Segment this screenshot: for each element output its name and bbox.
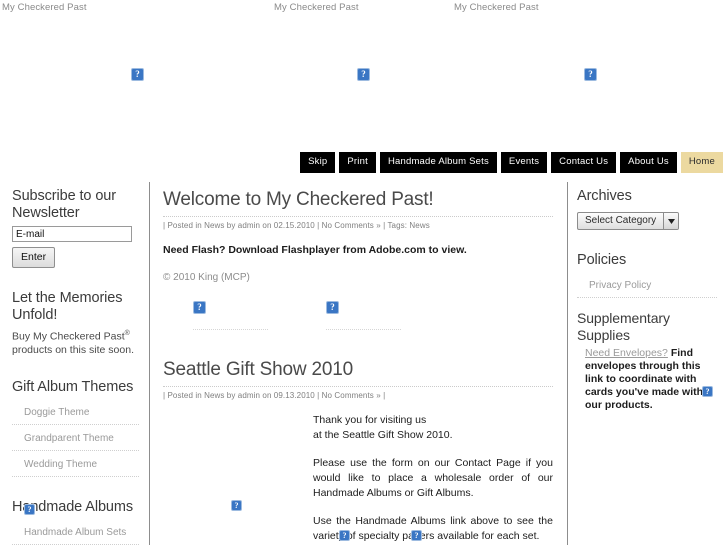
broken-image-icon[interactable] bbox=[131, 68, 144, 81]
newsletter-enter-button[interactable]: Enter bbox=[12, 247, 56, 268]
handmade-albums-list: Handmade Album Sets bbox=[12, 519, 139, 545]
widget-archives-title: Archives bbox=[577, 188, 632, 204]
sidebar-left: Subscribe to our Newsletter Enter Let th… bbox=[0, 182, 150, 545]
alt-text-logo-1: My Checkered Past bbox=[2, 2, 87, 13]
memories-text-after: products on this site soon. bbox=[12, 343, 134, 356]
sidebar-link-wedding-theme[interactable]: Wedding Theme bbox=[24, 459, 97, 470]
nav-item-skip[interactable]: Skip bbox=[300, 152, 336, 173]
sidebar-right: Archives Select Category Policies Privac… bbox=[569, 182, 727, 545]
widget-policies-title: Policies bbox=[577, 252, 627, 268]
post-meta: | Posted in News by admin on 09.13.2010 … bbox=[163, 386, 553, 400]
post-title: Seattle Gift Show 2010 bbox=[163, 359, 353, 380]
broken-image-icon[interactable] bbox=[193, 301, 206, 315]
archives-select-value: Select Category bbox=[585, 215, 657, 226]
post-seattle-gift-show: Seattle Gift Show 2010 | Posted in News … bbox=[163, 358, 553, 544]
page-root: My Checkered Past My Checkered Past My C… bbox=[0, 0, 727, 545]
post-meta: | Posted in News by admin on 02.15.2010 … bbox=[163, 216, 553, 230]
list-item[interactable]: Wedding Theme bbox=[12, 451, 139, 477]
registered-mark: ® bbox=[124, 330, 130, 337]
broken-image-icon[interactable] bbox=[702, 386, 713, 397]
widget-newsletter-title: Subscribe to our Newsletter bbox=[12, 188, 116, 221]
supplies-envelopes-link[interactable]: Need Envelopes? bbox=[585, 347, 668, 359]
divider bbox=[193, 329, 268, 330]
policies-list: Privacy Policy bbox=[577, 272, 717, 298]
sidebar-link-grandparent-theme[interactable]: Grandparent Theme bbox=[24, 433, 114, 444]
alt-text-logo-2: My Checkered Past bbox=[274, 2, 359, 13]
post-welcome: Welcome to My Checkered Past! | Posted i… bbox=[163, 188, 553, 330]
widget-memories-text: Buy My Checkered Past® products on this … bbox=[12, 327, 139, 357]
main-content: Welcome to My Checkered Past! | Posted i… bbox=[151, 182, 568, 545]
broken-image-icon[interactable] bbox=[357, 68, 370, 81]
post-image-row bbox=[163, 299, 553, 330]
widget-memories: Let the Memories Unfold! Buy My Checkere… bbox=[12, 290, 139, 357]
nav-item-contact-us[interactable]: Contact Us bbox=[551, 152, 617, 173]
post-paragraph: Please use the form on our Contact Page … bbox=[313, 457, 553, 499]
list-item[interactable]: Handmade Album Sets bbox=[12, 519, 139, 545]
list-item[interactable]: Grandparent Theme bbox=[12, 425, 139, 451]
post-paragraph: Thank you for visiting us at the Seattle… bbox=[313, 414, 453, 441]
post-image-cell bbox=[326, 299, 401, 330]
widget-gift-album-themes: Gift Album Themes Doggie Theme Grandpare… bbox=[12, 379, 139, 477]
broken-image-icon[interactable] bbox=[231, 500, 242, 511]
list-item[interactable]: Privacy Policy bbox=[577, 272, 717, 298]
chevron-down-icon[interactable] bbox=[663, 213, 679, 229]
post-copyright: © 2010 King (MCP) bbox=[163, 272, 250, 283]
post-body-text: Need Flash? Download Flashplayer from Ad… bbox=[163, 244, 467, 256]
widget-supplementary-supplies: Supplementary Supplies Need Envelopes? F… bbox=[577, 310, 717, 412]
newsletter-email-input[interactable] bbox=[12, 226, 132, 242]
nav-item-handmade-album-sets[interactable]: Handmade Album Sets bbox=[379, 152, 497, 173]
post-body: Thank you for visiting us at the Seattle… bbox=[313, 413, 553, 544]
broken-image-icon[interactable] bbox=[339, 530, 350, 541]
sidebar-link-handmade-album-sets[interactable]: Handmade Album Sets bbox=[24, 527, 126, 538]
widget-gift-themes-title: Gift Album Themes bbox=[12, 378, 134, 395]
widget-policies: Policies Privacy Policy bbox=[577, 252, 717, 298]
memories-text-before: Buy My Checkered Past bbox=[12, 330, 125, 343]
gift-themes-list: Doggie Theme Grandparent Theme Wedding T… bbox=[12, 399, 139, 477]
broken-image-icon[interactable] bbox=[584, 68, 597, 81]
content-columns: Subscribe to our Newsletter Enter Let th… bbox=[0, 182, 727, 545]
divider bbox=[326, 329, 401, 330]
list-item[interactable]: Doggie Theme bbox=[12, 399, 139, 425]
post-image-cell bbox=[193, 299, 268, 330]
archives-category-select[interactable]: Select Category bbox=[577, 212, 680, 230]
sidebar-link-doggie-theme[interactable]: Doggie Theme bbox=[24, 407, 89, 418]
widget-archives: Archives Select Category bbox=[577, 188, 717, 230]
widget-newsletter: Subscribe to our Newsletter Enter bbox=[12, 188, 139, 268]
widget-supplies-text: Need Envelopes? Find envelopes through t… bbox=[585, 347, 717, 412]
nav-item-home[interactable]: Home bbox=[680, 152, 723, 173]
broken-image-icon[interactable] bbox=[326, 301, 339, 315]
widget-supplies-title: Supplementary Supplies bbox=[577, 310, 670, 343]
alt-text-logo-3: My Checkered Past bbox=[454, 2, 539, 13]
sidebar-link-privacy-policy[interactable]: Privacy Policy bbox=[589, 280, 651, 291]
nav-item-events[interactable]: Events bbox=[500, 152, 548, 173]
nav-item-print[interactable]: Print bbox=[339, 152, 376, 173]
broken-image-icon[interactable] bbox=[411, 530, 422, 541]
main-navigation: Skip Print Handmade Album Sets Events Co… bbox=[300, 152, 723, 173]
widget-memories-title: Let the Memories Unfold! bbox=[12, 290, 123, 323]
nav-item-about-us[interactable]: About Us bbox=[620, 152, 677, 173]
broken-image-icon[interactable] bbox=[24, 504, 35, 515]
post-title: Welcome to My Checkered Past! bbox=[163, 189, 434, 210]
header-alt-text-band: My Checkered Past My Checkered Past My C… bbox=[0, 0, 727, 16]
